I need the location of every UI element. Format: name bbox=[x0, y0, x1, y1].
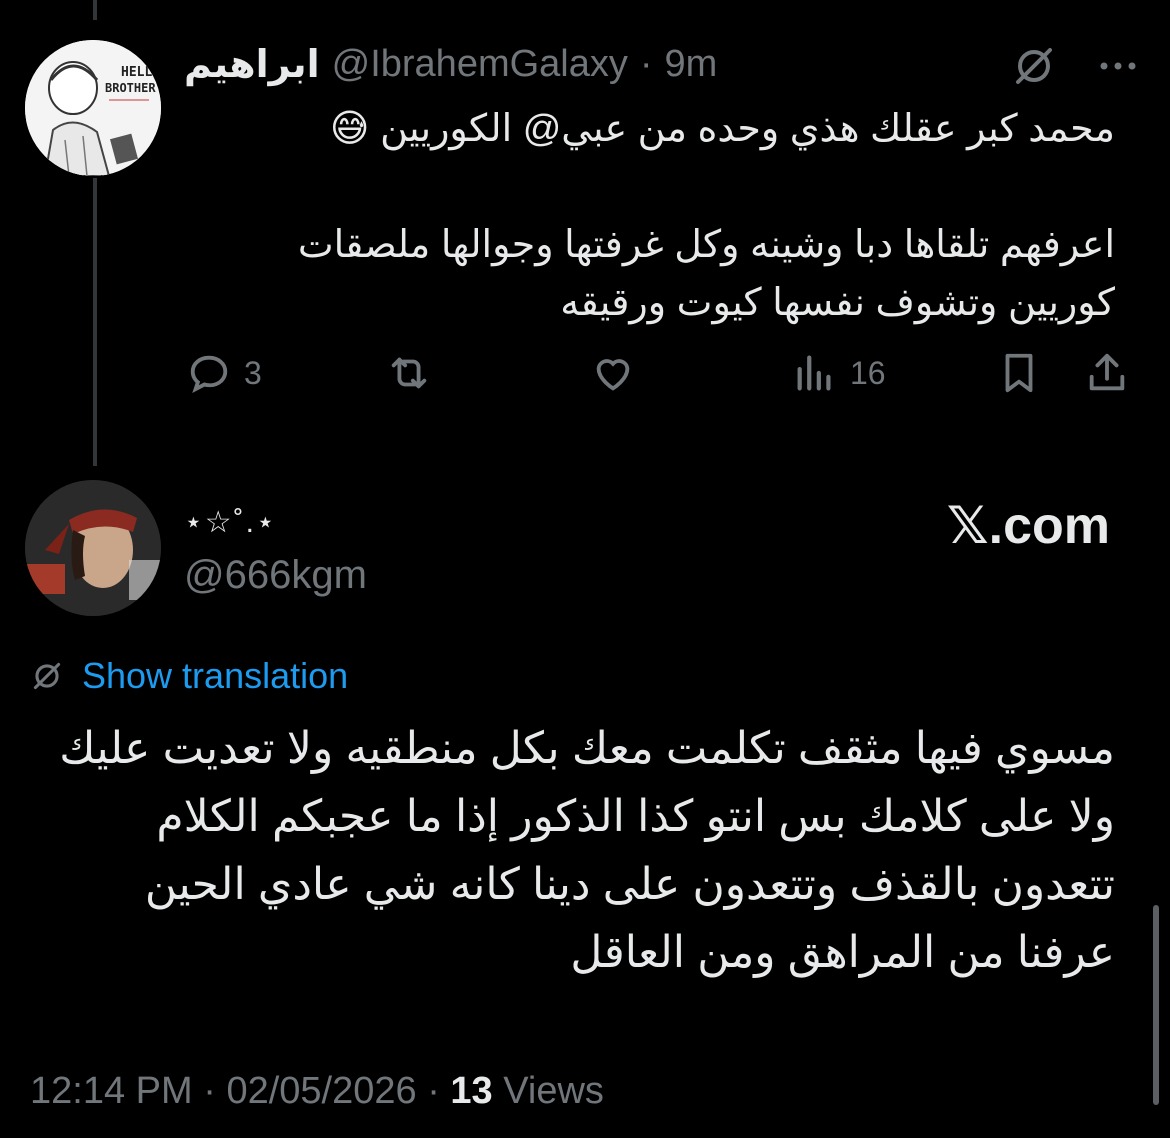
show-translation-link[interactable]: Show translation bbox=[30, 655, 348, 697]
analytics-icon bbox=[797, 355, 831, 391]
scrollbar[interactable] bbox=[1153, 905, 1159, 1105]
heart-icon bbox=[596, 359, 630, 391]
reply-icon bbox=[190, 355, 228, 393]
tweet-meta: 12:14 PM · 02/05/2026 · 13 Views bbox=[30, 1070, 604, 1113]
thread-line bbox=[93, 178, 97, 466]
views-count: 13 bbox=[450, 1070, 493, 1112]
views-count: 16 bbox=[850, 354, 886, 391]
views-button[interactable]: 16 bbox=[792, 350, 886, 396]
action-bar: 3 16 bbox=[186, 350, 1146, 410]
svg-text:BROTHER: BROTHER bbox=[105, 81, 156, 95]
bookmark-button[interactable] bbox=[996, 350, 1042, 396]
avatar[interactable]: HELLO BROTHER bbox=[25, 40, 161, 176]
x-brand-logo: 𝕏.com bbox=[946, 497, 1110, 555]
tweet-header: ابراهيم @IbrahemGalaxy · 9m bbox=[184, 42, 717, 87]
reply-button[interactable]: 3 bbox=[186, 350, 262, 396]
timestamp[interactable]: 9m bbox=[665, 43, 718, 86]
thread-line bbox=[93, 0, 97, 20]
views-label: Views bbox=[503, 1070, 604, 1112]
tweet-line: محمد كبر عقلك هذي وحده من عبي@ الكوريين … bbox=[329, 108, 1115, 150]
separator: · bbox=[203, 1070, 216, 1112]
grok-icon[interactable] bbox=[1012, 44, 1056, 93]
tweet-paragraph: اعرفهم تلقاها دبا وشينه وكل غرفتها وجوال… bbox=[297, 224, 1115, 324]
tweet-text: مسوي فيها مثقف تكلمت معك بكل منطقيه ولا … bbox=[59, 724, 1115, 977]
more-icon[interactable] bbox=[1096, 44, 1140, 93]
reply-count: 3 bbox=[244, 354, 262, 391]
separator: · bbox=[427, 1070, 440, 1112]
svg-text:HELLO: HELLO bbox=[121, 65, 160, 80]
avatar[interactable] bbox=[25, 480, 161, 616]
display-name[interactable]: ⋆☆˚.⋆ bbox=[184, 505, 277, 540]
avatar-illustration: HELLO BROTHER bbox=[25, 40, 161, 176]
header-icons bbox=[1012, 44, 1140, 93]
show-translation-label[interactable]: Show translation bbox=[82, 655, 348, 697]
avatar-photo bbox=[25, 480, 161, 616]
share-icon bbox=[1089, 353, 1125, 391]
repost-icon bbox=[391, 357, 427, 389]
share-button[interactable] bbox=[1084, 350, 1130, 396]
grok-icon bbox=[33, 662, 61, 690]
bookmark-icon bbox=[1005, 353, 1033, 393]
display-name[interactable]: ابراهيم bbox=[184, 42, 320, 87]
timestamp[interactable]: 12:14 PM bbox=[30, 1070, 193, 1112]
handle[interactable]: @666kgm bbox=[184, 553, 367, 598]
handle[interactable]: @IbrahemGalaxy bbox=[332, 43, 628, 86]
separator: · bbox=[639, 43, 653, 85]
like-button[interactable] bbox=[590, 350, 636, 396]
tweet-text: محمد كبر عقلك هذي وحده من عبي@ الكوريين … bbox=[185, 100, 1115, 332]
date[interactable]: 02/05/2026 bbox=[226, 1070, 416, 1112]
repost-button[interactable] bbox=[386, 350, 432, 396]
